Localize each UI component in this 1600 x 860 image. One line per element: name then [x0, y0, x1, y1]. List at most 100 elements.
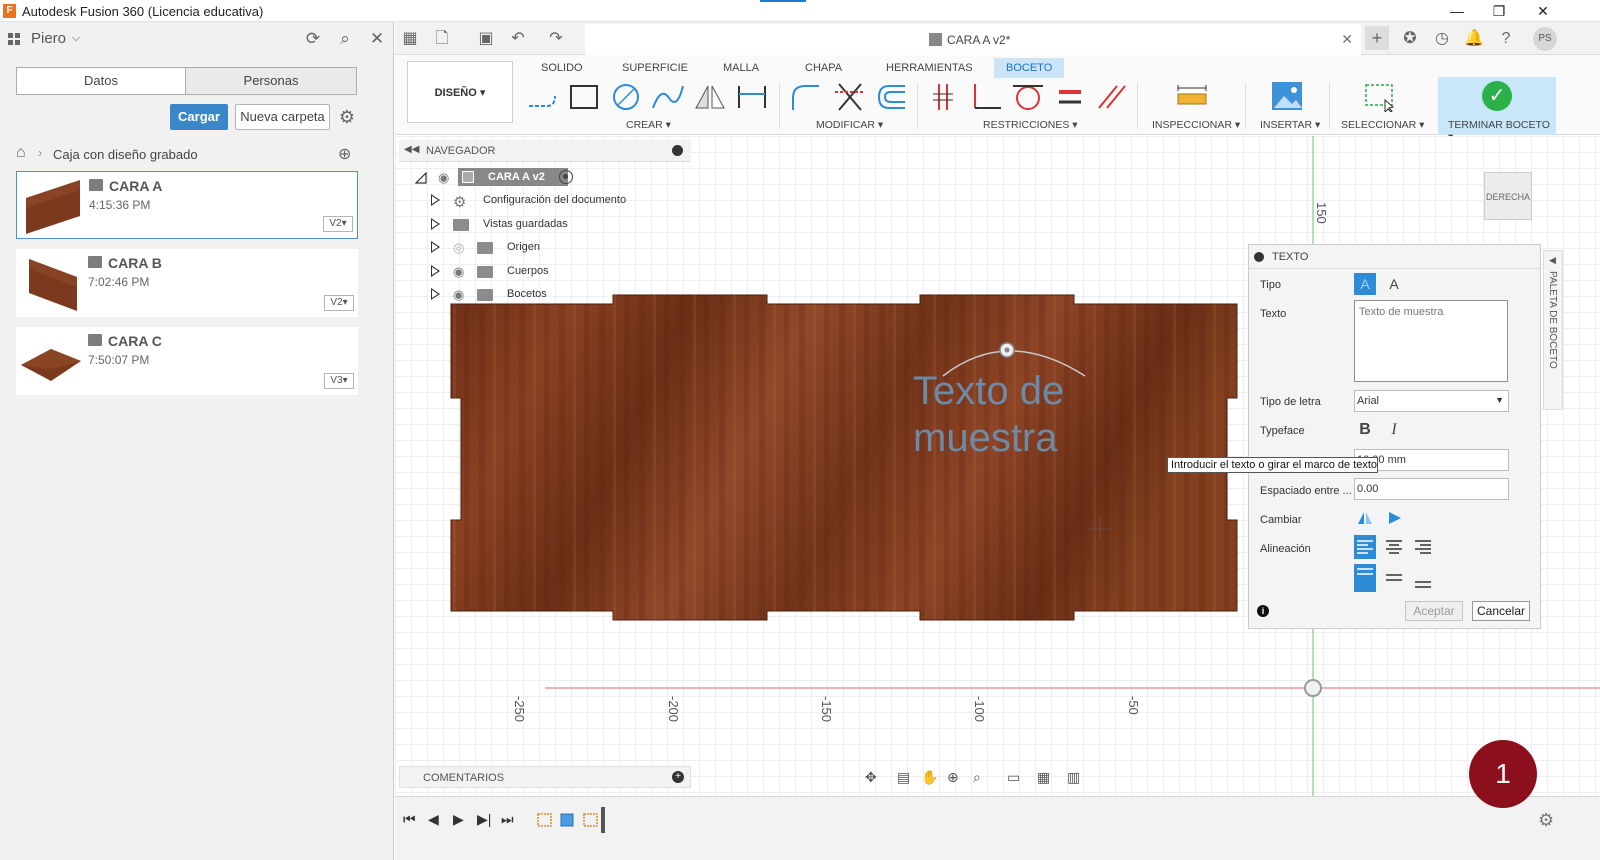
tree-root[interactable]: ◉ CARA A v2: [413, 168, 673, 188]
view-cube[interactable]: DERECHA: [1484, 172, 1532, 220]
new-folder-button[interactable]: Nueva carpeta: [235, 104, 330, 130]
tab-datos[interactable]: Datos: [17, 68, 186, 94]
align-top-icon[interactable]: [1354, 564, 1376, 592]
parallel-constraint-icon[interactable]: [1095, 82, 1129, 112]
chevron-down-icon[interactable]: ⌵: [72, 32, 80, 45]
minimize-panel-icon[interactable]: [672, 145, 683, 156]
tree-item-saved-views[interactable]: Vistas guardadas: [431, 215, 691, 235]
minimize-icon[interactable]: —: [1434, 0, 1480, 22]
zoom-icon[interactable]: ⊕: [947, 769, 959, 786]
measure-tool-icon[interactable]: [1175, 82, 1209, 112]
align-right-icon[interactable]: [1412, 535, 1434, 559]
select-group-label[interactable]: SELECCIONAR ▾: [1341, 119, 1424, 131]
flip-vertical-icon[interactable]: [1387, 510, 1403, 526]
expand-triangle-icon[interactable]: [431, 218, 440, 230]
origin-point[interactable]: [1304, 679, 1322, 697]
sample-text-preview[interactable]: Texto de muestra: [913, 368, 1064, 462]
job-status-icon[interactable]: ◷: [1431, 28, 1453, 50]
flip-horizontal-icon[interactable]: [1357, 510, 1373, 526]
inspect-group-label[interactable]: INSPECCIONAR ▾: [1152, 119, 1240, 131]
finish-sketch-button[interactable]: ✓ TERMINAR BOCETO ▾: [1438, 77, 1556, 143]
sketch-feature-icon[interactable]: [582, 811, 600, 829]
avatar[interactable]: PS: [1533, 27, 1557, 51]
look-at-icon[interactable]: ▤: [897, 769, 910, 786]
globe-icon[interactable]: ⊕: [338, 144, 351, 164]
previous-step-icon[interactable]: ◀: [428, 811, 439, 828]
notifications-icon[interactable]: 🔔: [1463, 28, 1485, 50]
tree-item-bodies[interactable]: ◉ Cuerpos: [431, 262, 691, 282]
redo-icon[interactable]: ↷: [545, 28, 567, 50]
save-icon[interactable]: ▣: [475, 28, 497, 50]
modify-group-label[interactable]: MODIFICAR ▾: [816, 119, 883, 131]
first-step-icon[interactable]: ⏮: [403, 811, 416, 828]
select-box-icon[interactable]: [1363, 82, 1397, 112]
display-settings-icon[interactable]: ▭: [1007, 769, 1020, 786]
cancel-button[interactable]: Cancelar: [1472, 601, 1530, 621]
search-icon[interactable]: ⌕: [334, 28, 356, 50]
tab-solido[interactable]: SOLIDO: [541, 58, 583, 78]
version-dropdown[interactable]: V2▾: [323, 216, 353, 232]
circle-tool-icon[interactable]: [609, 82, 643, 112]
file-card-cara-a[interactable]: CARA A 4:15:36 PM V2▾: [16, 171, 358, 239]
activate-target-icon[interactable]: [559, 170, 573, 184]
undo-icon[interactable]: ↶: [507, 28, 529, 50]
close-panel-icon[interactable]: ✕: [366, 28, 388, 50]
eye-hidden-icon[interactable]: ◎: [453, 240, 464, 256]
orbit-icon[interactable]: ✥: [865, 769, 877, 786]
info-icon[interactable]: i: [1257, 605, 1269, 617]
gear-icon[interactable]: ⚙: [1538, 810, 1554, 831]
line-tool-icon[interactable]: [525, 82, 559, 112]
expand-triangle-icon[interactable]: [431, 194, 440, 206]
dimension-tool-icon[interactable]: [735, 82, 769, 112]
italic-button[interactable]: I: [1383, 419, 1405, 441]
tab-boceto[interactable]: BOCETO: [994, 58, 1065, 78]
expand-triangle-icon[interactable]: [431, 288, 440, 300]
upload-button[interactable]: Cargar: [170, 104, 228, 130]
tab-superficie[interactable]: SUPERFICIE: [622, 58, 688, 78]
file-card-cara-b[interactable]: CARA B 7:02:46 PM V2▾: [16, 249, 358, 317]
document-tab[interactable]: CARA A v2* ✕: [585, 24, 1361, 55]
gear-icon[interactable]: ⚙: [337, 104, 357, 130]
last-step-icon[interactable]: ⏭: [501, 811, 514, 828]
create-group-label[interactable]: CREAR ▾: [626, 119, 671, 131]
fillet-tool-icon[interactable]: [789, 82, 823, 112]
collapse-left-icon[interactable]: ◀◀: [404, 144, 419, 155]
expand-triangle-icon[interactable]: [431, 265, 440, 277]
apps-grid-icon[interactable]: ▦: [399, 28, 421, 50]
tree-item-config[interactable]: ⚙ Configuración del documento: [431, 191, 691, 211]
extensions-icon[interactable]: ✪: [1399, 28, 1421, 50]
version-dropdown[interactable]: V2▾: [324, 295, 354, 311]
constraints-group-label[interactable]: RESTRICCIONES ▾: [983, 119, 1078, 131]
tab-personas[interactable]: Personas: [186, 68, 356, 94]
sketch-palette-tab[interactable]: ◀ PALETA DE BOCETO: [1543, 250, 1563, 410]
align-bottom-icon[interactable]: [1412, 564, 1434, 592]
close-window-icon[interactable]: ✕: [1520, 0, 1566, 22]
collapse-dialog-icon[interactable]: [1254, 252, 1264, 262]
spline-tool-icon[interactable]: [651, 82, 685, 112]
collapse-triangle-icon[interactable]: [415, 172, 427, 184]
file-card-cara-c[interactable]: CARA C 7:50:07 PM V3▾: [16, 327, 358, 395]
align-left-icon[interactable]: [1354, 535, 1376, 559]
font-select[interactable]: Arial ▼: [1354, 390, 1509, 412]
version-dropdown[interactable]: V3▾: [324, 373, 354, 389]
eye-icon[interactable]: ◉: [453, 264, 464, 280]
align-center-icon[interactable]: [1383, 535, 1405, 559]
root-component[interactable]: CARA A v2: [458, 168, 568, 186]
rectangle-tool-icon[interactable]: [567, 82, 601, 112]
breadcrumb-folder[interactable]: Caja con diseño grabado: [53, 147, 198, 162]
coincident-constraint-icon[interactable]: [927, 82, 961, 112]
pan-hand-icon[interactable]: ✋: [921, 769, 938, 786]
next-step-icon[interactable]: ▶|: [477, 811, 491, 828]
tab-chapa[interactable]: CHAPA: [805, 58, 842, 78]
new-tab-icon[interactable]: +: [1365, 26, 1389, 50]
timeline-marker[interactable]: [601, 807, 605, 833]
zoom-window-icon[interactable]: ⌕: [973, 769, 981, 786]
extrude-feature-icon[interactable]: [558, 811, 576, 829]
add-comment-icon[interactable]: +: [672, 771, 684, 783]
text-type-path-button[interactable]: A: [1383, 273, 1405, 295]
equal-constraint-icon[interactable]: [1053, 82, 1087, 112]
mirror-tool-icon[interactable]: [693, 82, 727, 112]
insert-image-icon[interactable]: [1270, 82, 1304, 112]
eye-icon[interactable]: ◉: [438, 170, 449, 186]
tab-malla[interactable]: MALLA: [723, 58, 759, 78]
